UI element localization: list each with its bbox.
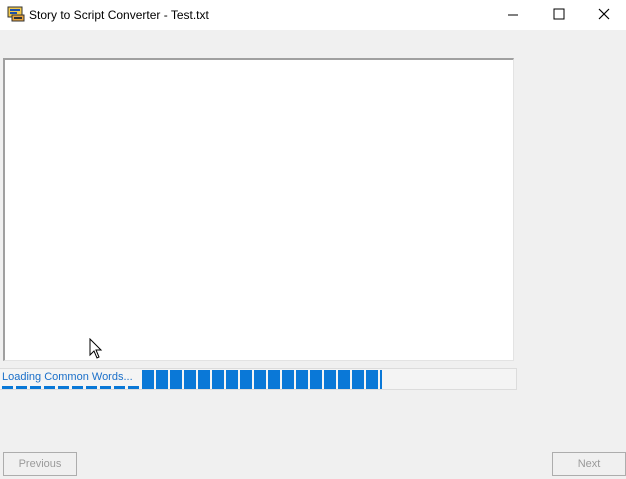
close-icon	[598, 8, 610, 20]
app-icon	[7, 6, 25, 22]
status-text: Loading Common Words...	[2, 371, 133, 383]
title-bar: Story to Script Converter - Test.txt	[0, 0, 626, 30]
next-button[interactable]: Next	[552, 452, 626, 476]
previous-button[interactable]: Previous	[3, 452, 77, 476]
story-text-area[interactable]	[3, 58, 514, 361]
close-button[interactable]	[582, 0, 626, 30]
mouse-pointer-icon	[89, 338, 103, 359]
progress-fill	[142, 370, 382, 389]
status-underline	[2, 386, 140, 389]
minimize-icon	[508, 14, 518, 16]
maximize-icon	[553, 8, 565, 20]
minimize-button[interactable]	[490, 0, 536, 30]
loading-progress-bar	[142, 370, 382, 389]
window-title: Story to Script Converter - Test.txt	[29, 8, 209, 22]
maximize-button[interactable]	[536, 0, 582, 30]
